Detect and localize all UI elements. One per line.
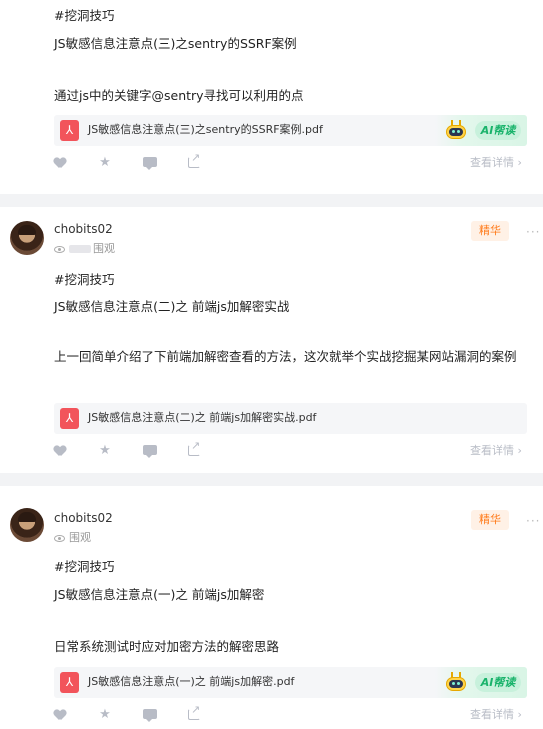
heart-icon [54,710,66,721]
comment-button[interactable] [143,156,157,170]
like-button[interactable] [53,156,67,170]
ai-read-box[interactable]: AI帮读 [435,667,527,698]
username[interactable]: chobits02 [54,511,113,525]
post-title: JS敏感信息注意点(二)之 前端js加解密实战 [54,299,290,314]
heart-icon [54,446,66,457]
heart-icon [54,158,66,169]
comment-icon [143,709,157,722]
post-actions: ★ 查看详情 › [0,439,543,460]
post-title: JS敏感信息注意点(三)之sentry的SSRF案例 [54,36,297,51]
comment-icon [143,157,157,170]
post-body: 通过js中的关键字@sentry寻找可以利用的点 [54,88,304,103]
view-detail-link[interactable]: 查看详情 › [470,708,522,722]
featured-badge: 精华 [471,221,509,241]
attachment-name: JS敏感信息注意点(三)之sentry的SSRF案例.pdf [88,123,323,136]
robot-icon [445,672,467,692]
comment-icon [143,445,157,458]
pdf-icon [60,672,79,693]
share-button[interactable] [188,703,202,722]
post-title: JS敏感信息注意点(一)之 前端js加解密 [54,587,265,602]
more-icon[interactable]: ··· [526,515,540,527]
ai-read-button[interactable]: AI帮读 [475,121,521,140]
ai-read-box[interactable]: AI帮读 [435,115,527,146]
star-icon: ★ [99,443,111,458]
views-label: 围观 [69,531,91,544]
favorite-button[interactable]: ★ [98,708,112,722]
featured-badge: 精华 [471,510,509,530]
comment-button[interactable] [143,444,157,458]
share-button[interactable] [188,439,202,458]
star-icon: ★ [99,707,111,722]
favorite-button[interactable]: ★ [98,156,112,170]
view-count: 围观 [54,242,115,256]
eye-icon [54,245,65,253]
robot-icon [445,120,467,140]
views-label: 围观 [93,242,115,255]
view-detail-link[interactable]: 查看详情 › [470,156,522,170]
view-detail-link[interactable]: 查看详情 › [470,444,522,458]
avatar[interactable] [10,221,44,255]
share-icon [188,151,200,168]
attachment-file[interactable]: JS敏感信息注意点(一)之 前端js加解密.pdf AI帮读 [54,667,527,698]
attachment-name: JS敏感信息注意点(二)之 前端js加解密实战.pdf [88,411,317,424]
pdf-icon [60,120,79,141]
star-icon: ★ [99,155,111,170]
post-body: 日常系统测试时应对加密方法的解密思路 [54,639,280,654]
avatar[interactable] [10,508,44,542]
attachment-file[interactable]: JS敏感信息注意点(三)之sentry的SSRF案例.pdf AI帮读 [54,115,527,146]
more-icon[interactable]: ··· [526,226,540,238]
ai-read-button[interactable]: AI帮读 [475,673,521,692]
comment-button[interactable] [143,708,157,722]
post-card: chobits02 围观 精华 ··· #挖洞技巧 JS敏感信息注意点(一)之 … [0,486,543,729]
favorite-button[interactable]: ★ [98,444,112,458]
post-actions: ★ 查看详情 › [0,703,543,724]
username[interactable]: chobits02 [54,222,113,236]
attachment-name: JS敏感信息注意点(一)之 前端js加解密.pdf [88,675,295,688]
post-tag[interactable]: #挖洞技巧 [54,271,114,289]
attachment-file[interactable]: JS敏感信息注意点(二)之 前端js加解密实战.pdf [54,403,527,434]
post-card: #挖洞技巧 JS敏感信息注意点(三)之sentry的SSRF案例 通过js中的关… [0,0,543,194]
post-tag[interactable]: #挖洞技巧 [54,558,114,576]
post-card: chobits02 围观 精华 ··· #挖洞技巧 JS敏感信息注意点(二)之 … [0,207,543,473]
eye-icon [54,534,65,542]
pdf-icon [60,408,79,429]
view-count: 围观 [54,531,91,545]
post-body: 上一回简单介绍了下前端加解密查看的方法，这次就举个实战挖掘某网站漏洞的案例 [54,349,517,364]
post-actions: ★ 查看详情 › [0,151,543,172]
like-button[interactable] [53,444,67,458]
like-button[interactable] [53,708,67,722]
share-icon [188,439,200,456]
share-icon [188,703,200,720]
share-button[interactable] [188,151,202,170]
post-tag[interactable]: #挖洞技巧 [54,7,114,25]
